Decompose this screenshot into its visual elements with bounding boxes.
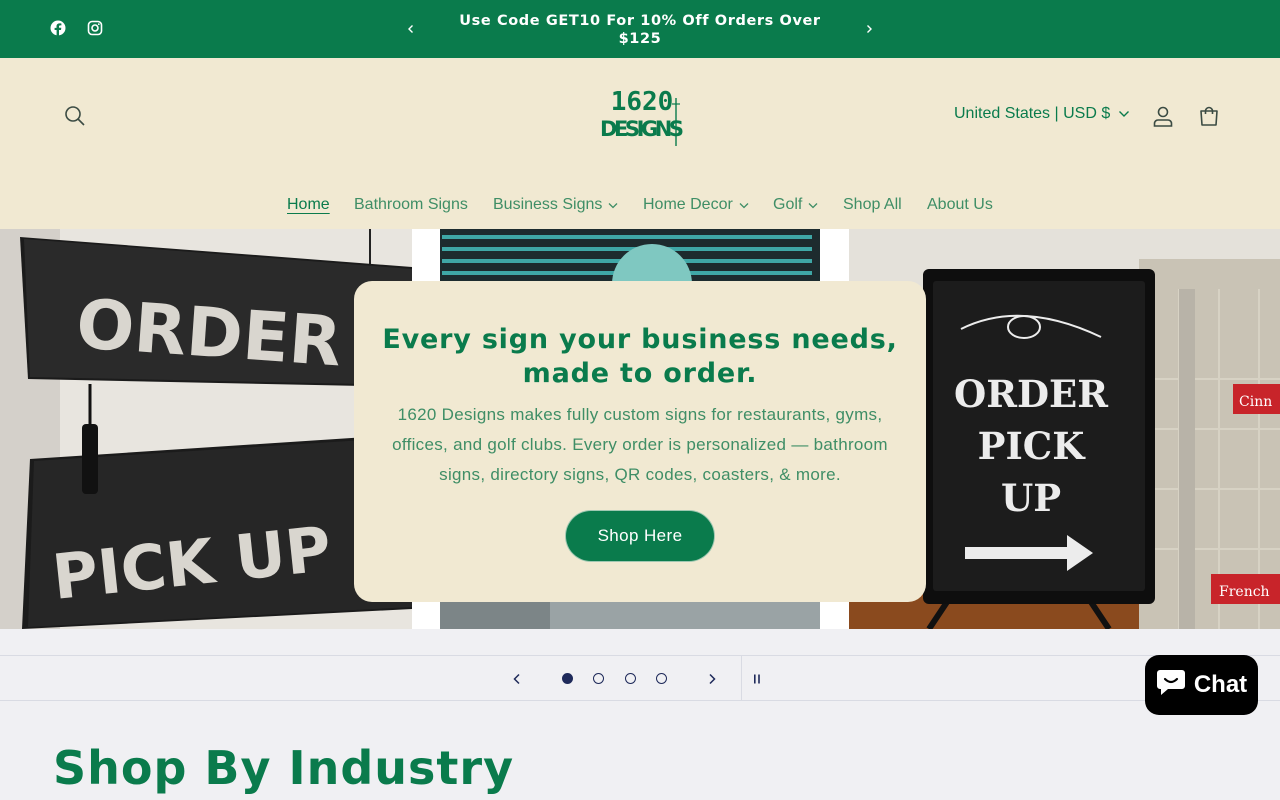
divider [741, 656, 742, 702]
slideshow-controls [0, 655, 1280, 702]
chevron-down-icon [1118, 105, 1130, 123]
shop-here-button[interactable]: Shop Here [566, 511, 714, 561]
facebook-icon[interactable] [48, 18, 68, 38]
shop-by-industry-section: Shop By Industry [0, 701, 1280, 800]
easel-line-2: PICK [978, 424, 1087, 468]
site-logo[interactable]: 1620 DESIGNS [596, 84, 688, 148]
nav-label: Home [287, 196, 330, 213]
tag-text-2: French [1219, 584, 1270, 600]
chat-button[interactable]: Chat [1145, 655, 1258, 715]
nav-home-decor[interactable]: Home Decor [643, 196, 749, 214]
nav-home[interactable]: Home [287, 196, 330, 214]
nav-label: About Us [927, 196, 993, 213]
tag-text-1: Cinn [1239, 394, 1272, 410]
announcement-prev-icon[interactable] [400, 18, 422, 40]
search-icon[interactable] [62, 103, 88, 129]
chat-icon [1156, 668, 1186, 703]
slide-dot-4[interactable] [656, 673, 667, 684]
nav-label: Home Decor [643, 196, 733, 213]
chevron-down-icon [739, 196, 749, 214]
hero-image-left: ORDER HER PICK UP HE [0, 229, 412, 629]
hero-text-card: Every sign your business needs, made to … [354, 281, 926, 602]
logo-text-top: 1620 [611, 87, 674, 117]
announcement-next-icon[interactable] [858, 18, 880, 40]
easel-line-3: UP [1001, 476, 1061, 520]
chevron-down-icon [808, 196, 818, 214]
nav-golf[interactable]: Golf [773, 196, 818, 214]
chevron-down-icon [608, 196, 618, 214]
slide-dot-3[interactable] [625, 673, 636, 684]
logo-text-bottom: DESIGNS [600, 117, 684, 141]
chat-label: Chat [1193, 671, 1248, 698]
easel-line-1: ORDER [954, 372, 1108, 416]
section-title: Shop By Industry [53, 741, 515, 795]
slide-dot-1[interactable] [562, 673, 573, 684]
nav-label: Bathroom Signs [354, 196, 468, 213]
nav-label: Shop All [843, 196, 902, 213]
nav-business-signs[interactable]: Business Signs [493, 196, 618, 214]
country-selector[interactable]: United States | USD $ [954, 105, 1130, 123]
slide-prev-icon[interactable] [505, 667, 529, 691]
hero-body: 1620 Designs makes fully custom signs fo… [392, 405, 888, 484]
nav-label: Golf [773, 196, 803, 213]
country-label: United States | USD $ [954, 105, 1111, 122]
slide-dot-2[interactable] [593, 673, 604, 684]
announcement-text: Use Code GET10 For 10% Off Orders Over $… [459, 13, 821, 47]
instagram-icon[interactable] [85, 18, 105, 38]
hero-heading: Every sign your business needs, made to … [382, 324, 898, 389]
slide-next-icon[interactable] [700, 667, 724, 691]
announcement-bar: Use Code GET10 For 10% Off Orders Over $… [0, 0, 1280, 58]
nav-label: Business Signs [493, 196, 603, 213]
nav-about-us[interactable]: About Us [927, 196, 993, 214]
nav-shop-all[interactable]: Shop All [843, 196, 902, 214]
pause-icon[interactable] [745, 667, 769, 691]
account-icon[interactable] [1150, 103, 1176, 129]
spacer [0, 629, 1280, 655]
nav-bathroom-signs[interactable]: Bathroom Signs [354, 196, 468, 214]
cart-icon[interactable] [1196, 103, 1222, 129]
